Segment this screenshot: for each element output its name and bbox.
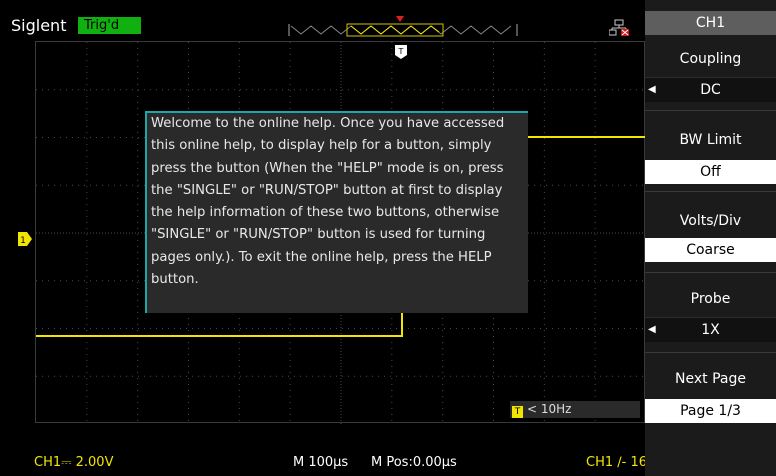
network-icon (609, 19, 629, 36)
probe-button[interactable]: ◀ 1X (645, 317, 776, 342)
page-indicator: Page 1/3 (680, 403, 741, 419)
channel1-ground-icon: 1 (18, 232, 32, 246)
timebase-readout: M 100µs (293, 455, 349, 470)
probe-value: 1X (701, 322, 720, 338)
bw-limit-button[interactable]: Off (645, 160, 776, 184)
bw-limit-label: BW Limit (679, 132, 742, 148)
help-line: this online help, to display help for a … (151, 138, 492, 154)
trigger-icon: T (512, 406, 523, 418)
help-line: the help information of these two button… (151, 205, 500, 221)
coupling-label: Coupling (679, 51, 742, 67)
help-line: "SINGLE" or "RUN/STOP" button is used fo… (151, 227, 486, 243)
volts-div-label: Volts/Div (679, 213, 742, 229)
help-line: button. (151, 272, 199, 288)
svg-text:1: 1 (20, 236, 26, 246)
menu-divider (645, 110, 776, 111)
brand-logo: Siglent (11, 16, 67, 35)
coupling-button[interactable]: ◀ DC (645, 77, 776, 102)
volts-div-button[interactable]: Coarse (645, 238, 776, 262)
volts-div-value: Coarse (686, 242, 735, 258)
menu-divider (645, 191, 776, 192)
help-line: pages only.). To exit the online help, p… (151, 249, 492, 265)
menu-title: CH1 (645, 11, 776, 35)
next-page-label: Next Page (675, 371, 746, 387)
memory-center-marker (396, 16, 404, 22)
frequency-value: < 10Hz (527, 402, 572, 416)
help-line: the "SINGLE" or "RUN/STOP" button at fir… (151, 182, 503, 198)
bw-limit-value: Off (700, 164, 721, 180)
horizontal-position-readout: M Pos:0.00µs (371, 455, 457, 470)
help-line: Welcome to the online help. Once you hav… (151, 116, 505, 131)
probe-label: Probe (690, 291, 731, 307)
menu-divider (645, 352, 776, 353)
left-arrow-icon: ◀ (648, 84, 656, 95)
ch1-scale-readout: CH1⎓ 2.00V (34, 455, 114, 470)
trigger-status-badge: Trig'd (78, 17, 141, 34)
memory-position-indicator (288, 23, 518, 37)
coupling-value: DC (700, 82, 721, 98)
trigger-position-icon: T (395, 45, 407, 59)
next-page-button[interactable]: Page 1/3 (645, 399, 776, 423)
oscilloscope-screen: Siglent Trig'd T 1 Welcome to the online… (0, 0, 776, 476)
channel-menu: CH1 Coupling ◀ DC BW Limit Off Volts/Div… (645, 0, 776, 476)
frequency-readout: T < 10Hz (510, 401, 640, 418)
online-help-popup: Welcome to the online help. Once you hav… (145, 111, 528, 313)
menu-divider (645, 272, 776, 273)
left-arrow-icon: ◀ (648, 324, 656, 335)
help-line: press the button (When the "HELP" mode i… (151, 160, 504, 176)
svg-text:T: T (398, 47, 404, 56)
